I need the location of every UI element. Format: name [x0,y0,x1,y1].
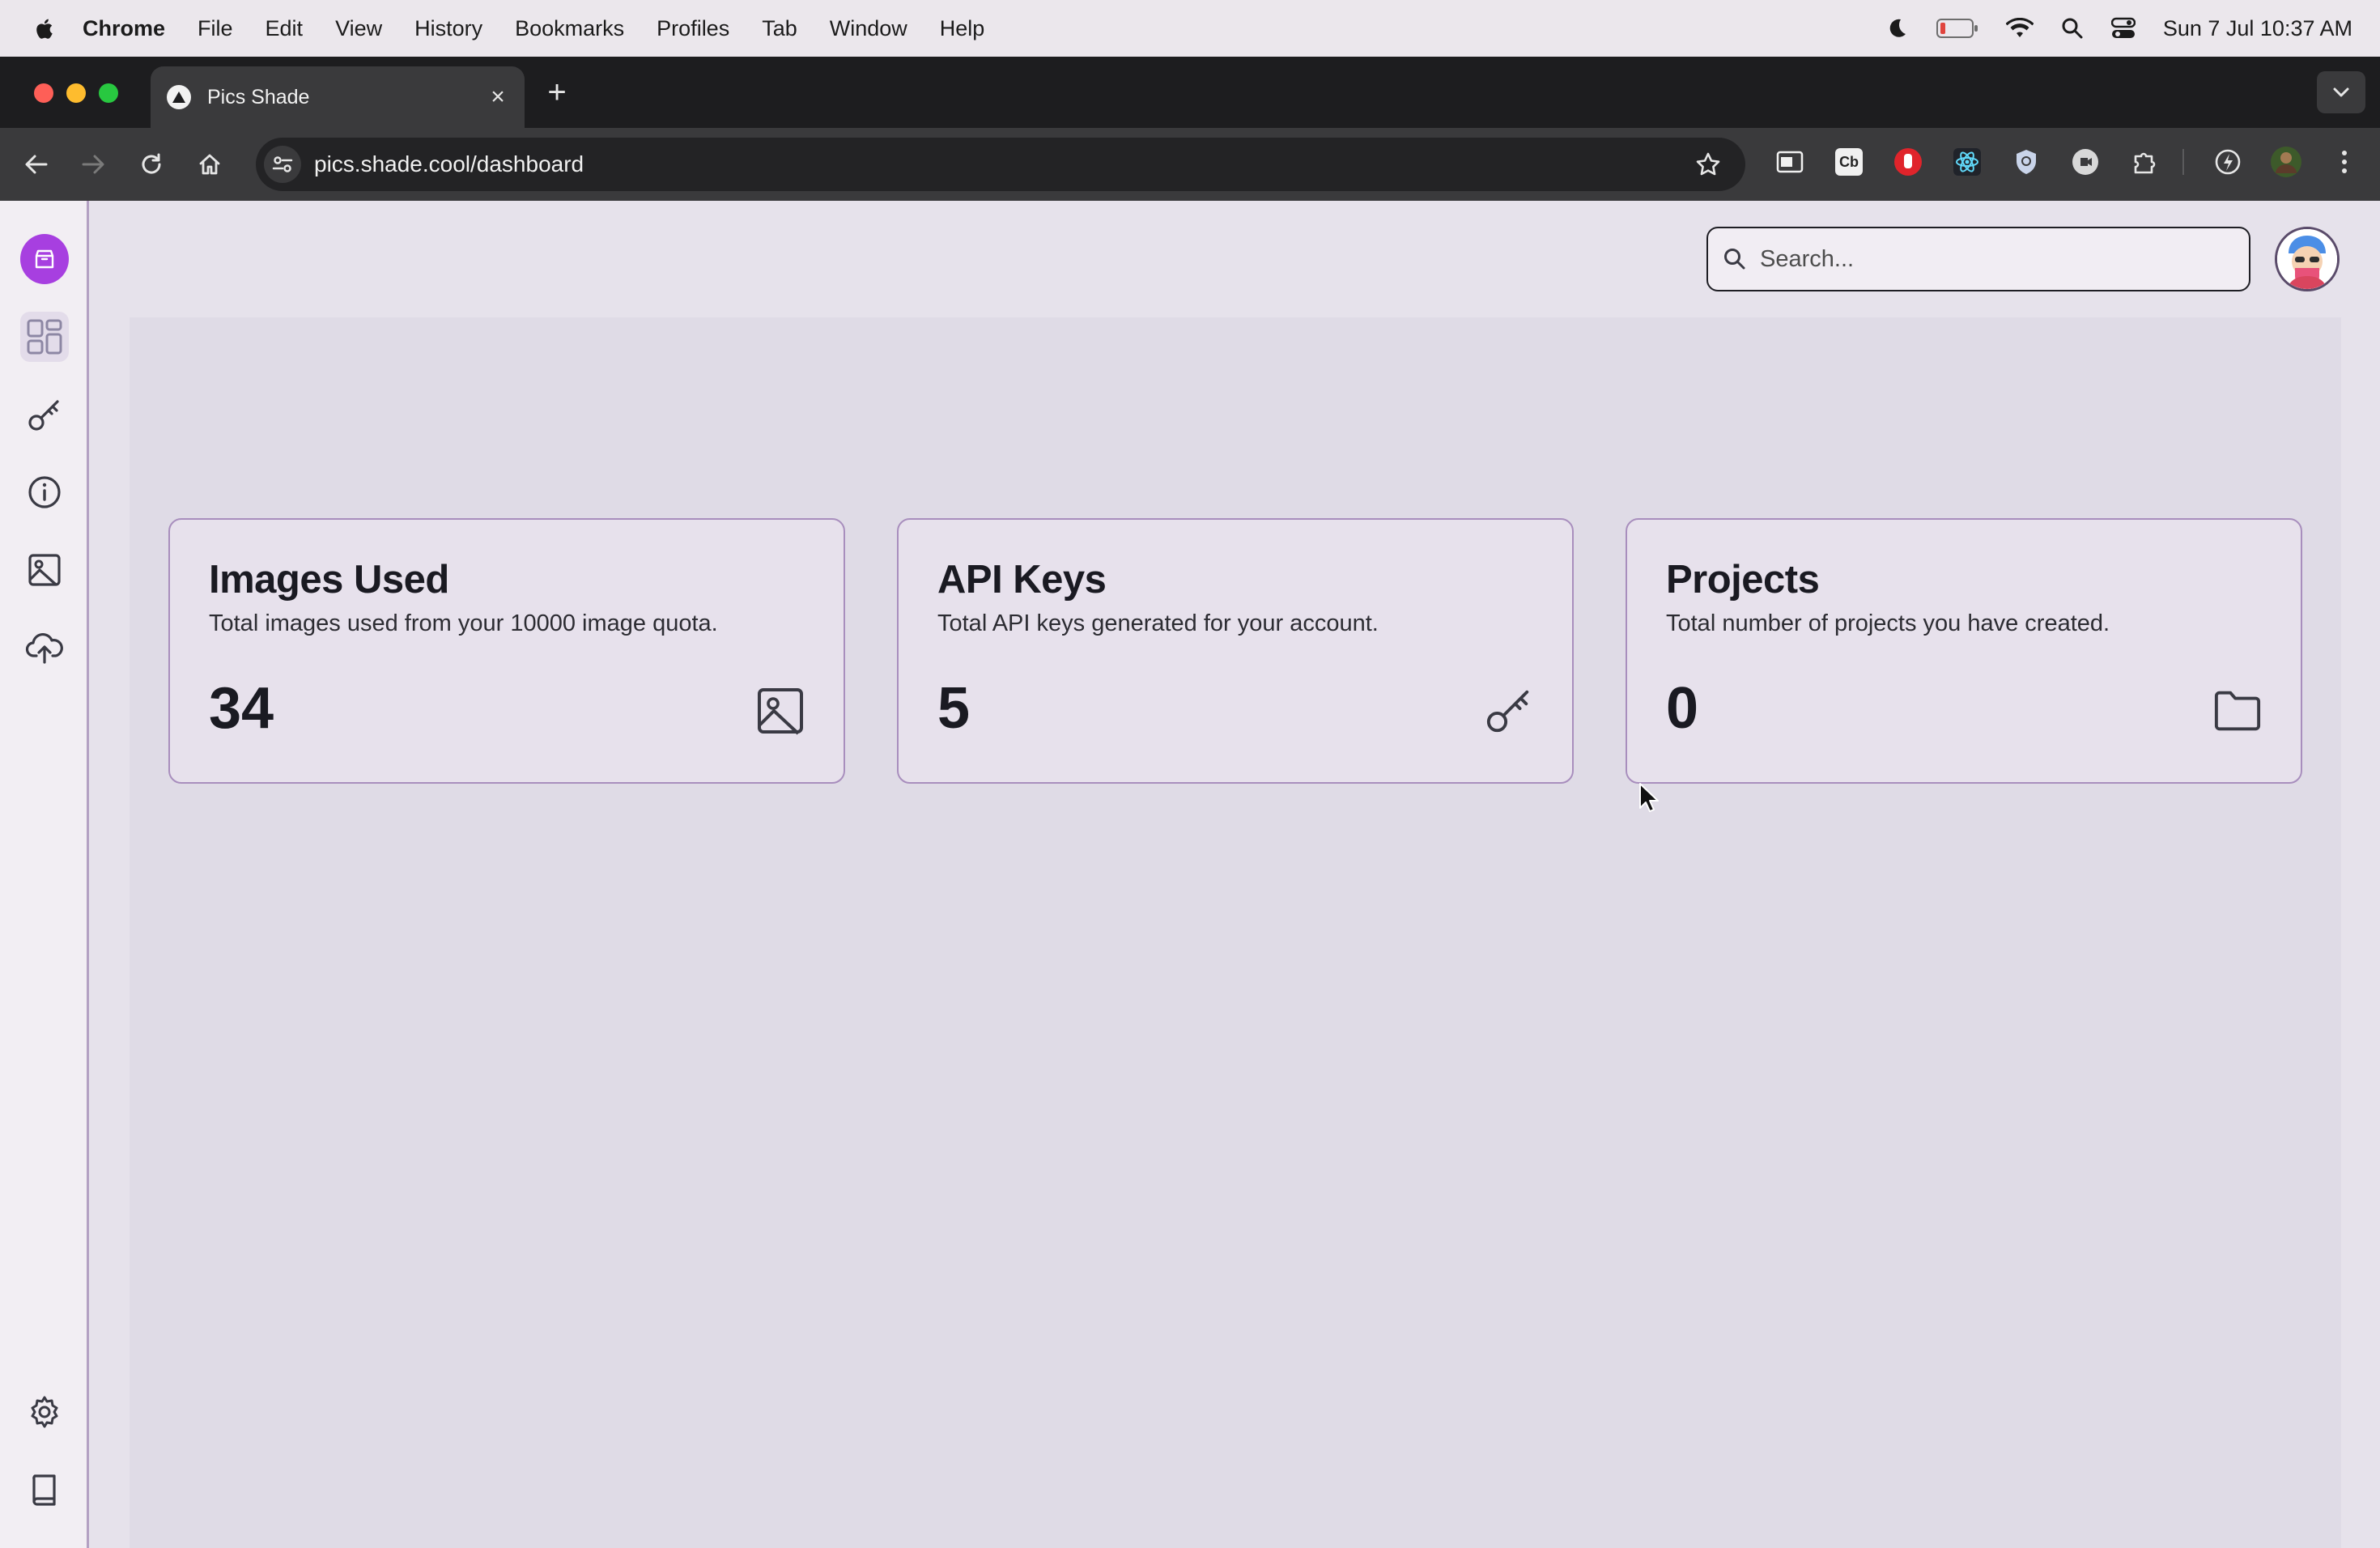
extensions-puzzle-icon[interactable] [2128,146,2161,178]
menu-window[interactable]: Window [830,16,907,41]
profile-avatar-icon[interactable] [2270,146,2302,178]
card-value: 34 [209,676,274,741]
menu-tab[interactable]: Tab [762,16,797,41]
hand-stop-extension-icon[interactable] [1892,146,1924,178]
card-description: Total images used from your 10000 image … [209,610,718,636]
mouse-cursor [1638,782,1660,817]
card-title: API Keys [937,558,1107,602]
new-tab-button[interactable]: + [542,74,572,110]
card-title: Images Used [209,558,449,602]
sidebar [0,201,89,1548]
gear-icon [31,1396,58,1428]
site-info-icon[interactable] [264,146,301,183]
package-icon [20,234,69,284]
user-avatar[interactable] [2275,227,2340,291]
menubar-clock[interactable]: Sun 7 Jul 10:37 AM [2163,16,2352,41]
browser-tab-active[interactable]: Pics Shade × [151,66,525,128]
search-icon [1723,247,1747,271]
bookmark-star-icon[interactable] [1695,151,1721,177]
browser-menu-icon[interactable] [2328,146,2361,178]
reload-button[interactable] [131,144,172,185]
sidebar-item-images[interactable] [20,546,69,594]
react-devtools-extension-icon[interactable] [1951,146,1983,178]
wifi-icon[interactable] [2005,18,2034,39]
search-field[interactable] [1706,227,2250,291]
picture-in-picture-extension-icon[interactable] [1774,146,1806,178]
apple-icon[interactable] [34,17,53,40]
arrow-left-icon [25,155,48,174]
reload-icon [142,153,161,174]
cloud-upload-icon [25,632,63,664]
search-input[interactable] [1758,245,2212,274]
window-fullscreen-button[interactable] [99,83,118,103]
menu-history[interactable]: History [414,16,482,41]
menu-help[interactable]: Help [940,16,985,41]
tab-title: Pics Shade [207,85,310,108]
shield-extension-icon[interactable] [2010,146,2042,178]
dashboard-icon [20,312,69,362]
control-center-icon[interactable] [2110,17,2136,40]
battery-icon[interactable] [1936,18,1978,39]
menu-bookmarks[interactable]: Bookmarks [515,16,624,41]
card-value: 5 [937,676,971,741]
menu-file[interactable]: File [198,16,233,41]
cb-extension-icon[interactable]: Cb [1833,146,1865,178]
sidebar-item-api-keys[interactable] [20,390,69,439]
address-bar[interactable]: pics.shade.cool/dashboard [256,138,1745,191]
info-icon [28,476,61,508]
sidebar-item-info[interactable] [20,468,69,517]
arrow-right-icon [82,155,104,174]
stat-card-api-keys: API Keys Total API keys generated for yo… [897,518,1574,784]
tab-search-button[interactable] [2317,71,2365,113]
url-text[interactable]: pics.shade.cool/dashboard [314,151,1695,177]
card-title: Projects [1666,558,1820,602]
card-description: Total API keys generated for your accoun… [937,610,1379,636]
sidebar-item-docs[interactable] [20,1465,69,1514]
window-close-button[interactable] [34,83,53,103]
tab-close-icon[interactable]: × [486,83,510,111]
menu-app-chrome[interactable]: Chrome [83,16,165,41]
performance-icon[interactable] [2212,146,2244,178]
card-value: 0 [1666,676,1699,741]
key-icon [1485,687,1533,735]
web-page: Images Used Total images used from your … [0,201,2380,1548]
stat-card-images-used: Images Used Total images used from your … [168,518,845,784]
image-icon [756,687,805,735]
record-extension-icon[interactable] [2069,146,2102,178]
stat-card-projects: Projects Total number of projects you ha… [1626,518,2302,784]
book-icon [32,1474,56,1506]
sidebar-item-upload[interactable] [20,623,69,672]
home-button[interactable] [189,144,230,185]
card-description: Total number of projects you have create… [1666,610,2110,636]
menu-view[interactable]: View [335,16,382,41]
sidebar-item-dashboard[interactable] [20,312,69,362]
toolbar-divider [2182,149,2184,175]
home-icon [199,154,220,175]
moon-icon[interactable] [1885,16,1909,40]
back-button[interactable] [16,144,57,185]
forward-button[interactable] [73,144,113,185]
folder-icon [2213,687,2262,735]
window-minimize-button[interactable] [66,83,86,103]
vercel-favicon-icon [167,85,191,109]
sidebar-item-settings[interactable] [20,1388,69,1436]
chevron-down-icon [2333,87,2349,97]
macos-menu-bar: Chrome File Edit View History Bookmarks … [0,0,2380,57]
brand-logo[interactable] [20,234,69,284]
spotlight-search-icon[interactable] [2061,17,2084,40]
image-icon [28,554,61,586]
menu-profiles[interactable]: Profiles [657,16,729,41]
key-icon [28,400,59,431]
menu-edit[interactable]: Edit [266,16,304,41]
main-content [130,317,2341,1548]
